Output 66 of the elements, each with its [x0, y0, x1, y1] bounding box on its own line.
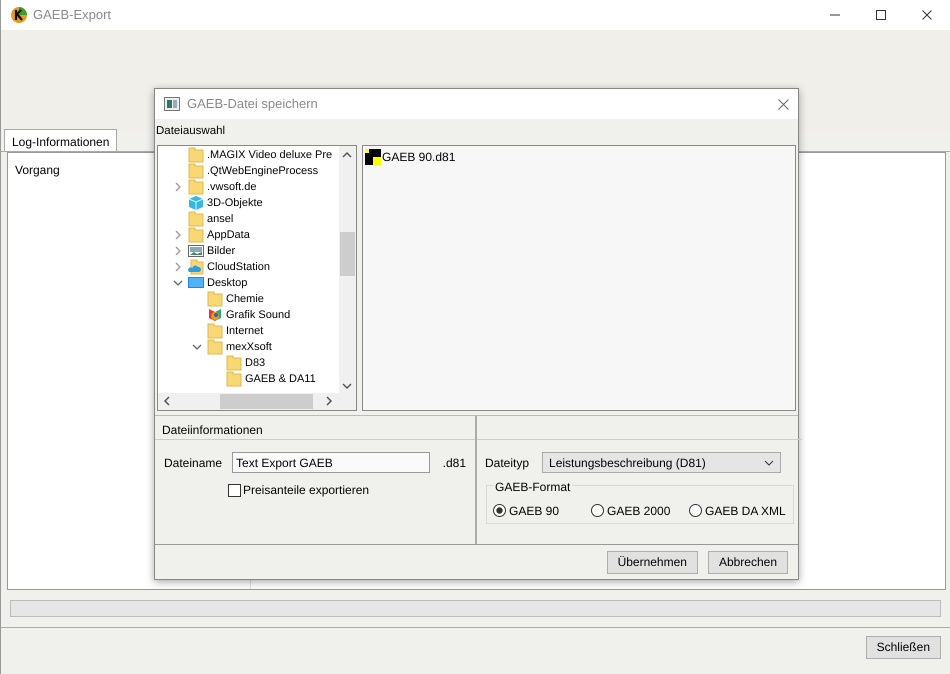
tree-item[interactable]: Internet [158, 323, 264, 339]
panel-heading: Dateiinformationen [162, 423, 263, 437]
scroll-right-icon[interactable] [324, 396, 334, 406]
scroll-down-icon[interactable] [342, 381, 352, 391]
tree-item[interactable]: Bilder [158, 243, 236, 259]
scroll-left-icon[interactable] [162, 396, 172, 406]
media-icon [207, 307, 223, 323]
apply-button[interactable]: Übernehmen [606, 551, 698, 574]
horizontal-scrollbar[interactable] [158, 393, 356, 410]
folder-icon [207, 291, 223, 307]
filetype-dropdown[interactable]: Leistungsbeschreibung (D81) [542, 452, 782, 473]
window-title: GAEB-Export [33, 6, 112, 24]
vertical-scrollbar[interactable] [339, 146, 356, 395]
tree-item[interactable]: CloudStation [158, 259, 270, 275]
tree-item[interactable]: .MAGIX Video deluxe Pre [158, 147, 332, 163]
column-header: Vorgang [15, 163, 60, 177]
file-icon [365, 149, 381, 165]
tree-item[interactable]: D83 [158, 355, 266, 371]
folder-icon [188, 179, 204, 195]
scrollbar-thumb[interactable] [340, 232, 355, 276]
section-label: Dateiauswahl [156, 125, 226, 137]
tree-item[interactable]: .vwsoft.de [158, 179, 257, 195]
folder-icon [188, 211, 204, 227]
tree-item[interactable]: 3D-Objekte [158, 195, 263, 211]
radio-icon[interactable] [689, 504, 702, 517]
checkbox-label[interactable]: Preisanteile exportieren [243, 481, 370, 499]
scroll-up-icon[interactable] [342, 150, 352, 160]
cancel-button[interactable]: Abbrechen [708, 551, 788, 574]
window-icon [164, 97, 180, 111]
radio-option[interactable]: GAEB 2000 [591, 498, 689, 523]
tree-item[interactable]: Desktop [158, 275, 248, 291]
folder-icon [207, 339, 223, 355]
field-label: Dateityp [485, 454, 530, 472]
radio-option[interactable]: GAEB 90 [493, 498, 591, 523]
tree-item[interactable]: .QtWebEngineProcess [158, 163, 318, 179]
extension-label: .d81 [442, 454, 466, 472]
filename-field[interactable]: Text Export GAEB [232, 452, 430, 473]
folder-icon [188, 147, 204, 163]
tree-item[interactable]: GAEB & DA11 [158, 371, 316, 387]
tree-item[interactable]: Grafik Sound [158, 307, 290, 323]
folder-icon [226, 355, 242, 371]
folder-icon [226, 371, 242, 387]
checkbox[interactable] [228, 484, 241, 496]
folder-icon [188, 227, 204, 243]
radio-selected-icon[interactable] [493, 504, 506, 517]
close-icon[interactable] [778, 98, 789, 110]
folder-icon [207, 323, 223, 339]
picture-icon [188, 243, 204, 259]
cloud-folder-icon [188, 259, 204, 275]
radio-option[interactable]: GAEB DA XML [689, 498, 787, 523]
chevron-down-icon [764, 460, 774, 466]
cube-icon [188, 195, 204, 211]
radio-icon[interactable] [591, 504, 604, 517]
app-logo-icon [11, 7, 27, 23]
close-button[interactable]: Schließen [866, 636, 941, 659]
folder-icon [188, 163, 204, 179]
field-label: Dateiname [164, 454, 222, 472]
tree-item[interactable]: mexXsoft [158, 339, 272, 355]
tree-item[interactable]: Chemie [158, 291, 264, 307]
tree-item[interactable]: AppData [158, 227, 250, 243]
tab[interactable]: Log-Informationen [4, 129, 118, 151]
dialog-title: GAEB-Datei speichern [187, 95, 318, 114]
desktop-icon [188, 275, 204, 291]
file-item[interactable]: GAEB 90.d81 [365, 148, 793, 166]
tree-item[interactable]: ansel [158, 211, 234, 227]
scrollbar-thumb[interactable] [220, 394, 313, 409]
